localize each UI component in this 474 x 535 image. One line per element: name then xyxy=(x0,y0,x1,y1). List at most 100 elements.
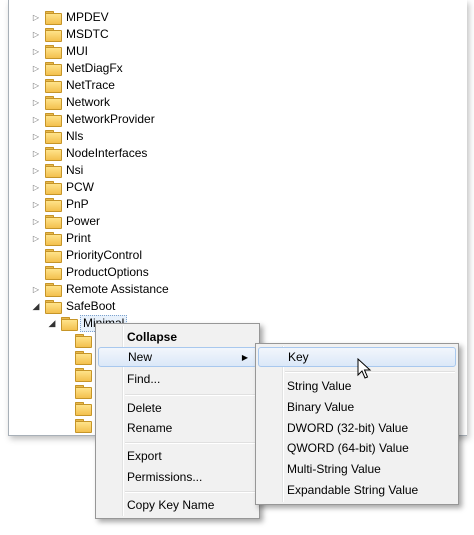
tree-item-label[interactable]: NetDiagFx xyxy=(64,61,125,76)
triangle-right-icon[interactable]: ▷ xyxy=(31,13,41,23)
folder-icon xyxy=(75,334,92,348)
tree-item-child[interactable] xyxy=(75,383,94,400)
folder-icon xyxy=(45,96,62,110)
menu-item-label: Find... xyxy=(127,372,161,386)
tree-item-safeboot[interactable]: ◢ SafeBoot xyxy=(31,298,117,315)
menu-item-copy-key-name[interactable]: Copy Key Name xyxy=(98,495,257,515)
submenu-item-qword-value[interactable]: QWORD (64-bit) Value xyxy=(258,438,456,458)
folder-icon xyxy=(45,28,62,42)
tree-item-nls[interactable]: ▷ Nls xyxy=(31,128,85,145)
tree-item-nettrace[interactable]: ▷ NetTrace xyxy=(31,77,117,94)
tree-item-pnp[interactable]: ▷ PnP xyxy=(31,196,91,213)
tree-item-label[interactable]: PCW xyxy=(64,180,96,195)
tree-item-remote-assistance[interactable]: ▷ Remote Assistance xyxy=(31,281,171,298)
triangle-right-icon[interactable]: ▷ xyxy=(31,183,41,193)
menu-item-delete[interactable]: Delete xyxy=(98,398,257,418)
triangle-down-icon[interactable]: ◢ xyxy=(47,318,57,329)
tree-item-label[interactable]: PnP xyxy=(64,197,91,212)
tree-item-label[interactable]: Nls xyxy=(64,129,85,144)
tree-item-label[interactable]: Remote Assistance xyxy=(64,282,171,297)
folder-icon xyxy=(61,317,78,331)
tree-item-msdtc[interactable]: ▷ MSDTC xyxy=(31,26,111,43)
submenu-item-dword-value[interactable]: DWORD (32-bit) Value xyxy=(258,418,456,438)
triangle-right-icon[interactable]: ▷ xyxy=(31,234,41,244)
tree-item-child[interactable] xyxy=(75,366,94,383)
submenu-item-expandable-string-value[interactable]: Expandable String Value xyxy=(258,480,456,500)
tree-item-label[interactable]: NetTrace xyxy=(64,78,117,93)
submenu-item-multi-string-value[interactable]: Multi-String Value xyxy=(258,459,456,479)
folder-icon xyxy=(45,283,62,297)
tree-item-label[interactable]: ProductOptions xyxy=(64,265,151,280)
folder-icon xyxy=(45,181,62,195)
tree-item-netdiagfx[interactable]: ▷ NetDiagFx xyxy=(31,60,125,77)
folder-icon xyxy=(45,11,62,25)
tree-item-network[interactable]: ▷ Network xyxy=(31,94,112,111)
tree-item-pcw[interactable]: ▷ PCW xyxy=(31,179,96,196)
tree-item-label[interactable]: SafeBoot xyxy=(64,299,117,314)
triangle-right-icon[interactable]: ▷ xyxy=(31,217,41,227)
triangle-right-icon[interactable]: ▷ xyxy=(31,30,41,40)
folder-icon xyxy=(75,419,92,433)
tree-item-child[interactable] xyxy=(75,332,94,349)
triangle-right-icon[interactable]: ▷ xyxy=(31,200,41,210)
tree-item-label[interactable]: Nsi xyxy=(64,163,85,178)
tree-item-label[interactable]: PriorityControl xyxy=(64,248,144,263)
folder-icon xyxy=(45,113,62,127)
tree-item-label[interactable]: NetworkProvider xyxy=(64,112,157,127)
triangle-right-icon[interactable]: ▷ xyxy=(31,166,41,176)
menu-item-permissions[interactable]: Permissions... xyxy=(98,467,257,487)
menu-item-find[interactable]: Find... xyxy=(98,369,257,389)
tree-item-child[interactable] xyxy=(75,400,94,417)
no-expander xyxy=(31,251,41,261)
triangle-right-icon[interactable]: ▷ xyxy=(31,115,41,125)
tree-item-label[interactable]: MPDEV xyxy=(64,10,111,25)
tree-item-label[interactable]: MSDTC xyxy=(64,27,111,42)
triangle-right-icon[interactable]: ▷ xyxy=(31,98,41,108)
folder-icon xyxy=(45,164,62,178)
menu-item-label: Expandable String Value xyxy=(287,483,419,497)
menu-item-label: Binary Value xyxy=(287,400,355,414)
tree-item-prioritycontrol[interactable]: PriorityControl xyxy=(31,247,144,264)
tree-item-child[interactable] xyxy=(75,417,94,434)
triangle-right-icon[interactable]: ▷ xyxy=(31,64,41,74)
tree-item-productoptions[interactable]: ProductOptions xyxy=(31,264,151,281)
folder-icon xyxy=(45,198,62,212)
no-expander xyxy=(31,268,41,278)
submenu-arrow-icon: ▶ xyxy=(241,352,248,362)
tree-item-label[interactable]: NodeInterfaces xyxy=(64,146,149,161)
menu-item-rename[interactable]: Rename xyxy=(98,418,257,438)
triangle-right-icon[interactable]: ▷ xyxy=(31,149,41,159)
tree-item-print[interactable]: ▷ Print xyxy=(31,230,93,247)
triangle-right-icon[interactable]: ▷ xyxy=(31,81,41,91)
triangle-right-icon[interactable]: ▷ xyxy=(31,132,41,142)
menu-item-label: Permissions... xyxy=(127,470,203,484)
tree-item-mpdev[interactable]: ▷ MPDEV xyxy=(31,9,111,26)
tree-item-nsi[interactable]: ▷ Nsi xyxy=(31,162,85,179)
triangle-right-icon[interactable]: ▷ xyxy=(31,47,41,57)
menu-item-label: Collapse xyxy=(127,330,178,344)
tree-item-label[interactable]: Network xyxy=(64,95,112,110)
menu-item-collapse[interactable]: Collapse xyxy=(98,327,257,347)
tree-item-label[interactable]: Print xyxy=(64,231,93,246)
tree-item-label[interactable]: MUI xyxy=(64,44,90,59)
triangle-down-icon[interactable]: ◢ xyxy=(31,301,41,312)
menu-item-label: Multi-String Value xyxy=(287,462,381,476)
tree-item-mui[interactable]: ▷ MUI xyxy=(31,43,90,60)
tree-item-label[interactable]: Power xyxy=(64,214,102,229)
mouse-pointer-icon xyxy=(357,358,372,379)
menu-item-label: Delete xyxy=(127,401,162,415)
folder-icon xyxy=(45,249,62,263)
tree-item-power[interactable]: ▷ Power xyxy=(31,213,102,230)
menu-item-export[interactable]: Export xyxy=(98,446,257,466)
menu-separator xyxy=(125,442,256,444)
folder-icon xyxy=(75,368,92,382)
menu-item-label: New xyxy=(128,350,153,364)
folder-icon xyxy=(75,385,92,399)
tree-item-nodeinterfaces[interactable]: ▷ NodeInterfaces xyxy=(31,145,149,162)
submenu-item-binary-value[interactable]: Binary Value xyxy=(258,397,456,417)
menu-item-label: String Value xyxy=(287,379,352,393)
triangle-right-icon[interactable]: ▷ xyxy=(31,285,41,295)
tree-item-child[interactable] xyxy=(75,349,94,366)
tree-item-networkprovider[interactable]: ▷ NetworkProvider xyxy=(31,111,157,128)
menu-item-new[interactable]: New ▶ xyxy=(98,347,257,367)
